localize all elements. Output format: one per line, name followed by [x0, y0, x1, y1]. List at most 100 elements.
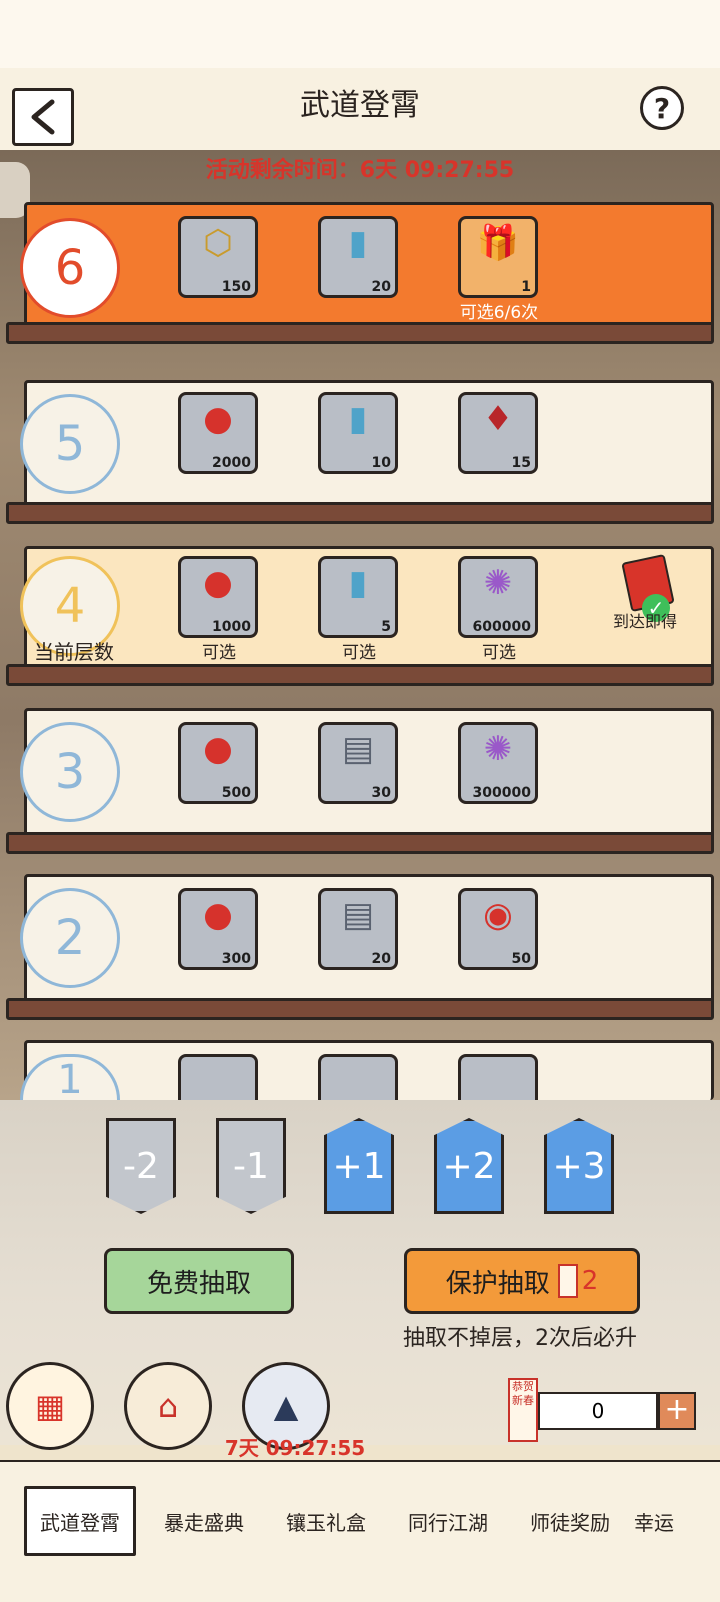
step-label: +1	[332, 1145, 386, 1187]
tab-label: 幸运	[634, 1510, 674, 1535]
scroll-icon: ▤	[341, 895, 375, 935]
item-quantity: 30	[371, 785, 391, 801]
choice-note: 可选	[202, 643, 236, 663]
step-plus-1[interactable]: +1	[324, 1118, 394, 1214]
add-ticket-button[interactable]: +	[658, 1392, 696, 1430]
floor-number: 3	[54, 744, 86, 800]
tab-tongxing[interactable]: 同行江湖	[388, 1486, 508, 1556]
floor-number: 6	[54, 240, 86, 296]
floor-badge: 5	[20, 394, 120, 494]
floor-number: 2	[54, 910, 86, 966]
shelf	[6, 322, 714, 344]
coin-icon: ●	[203, 729, 233, 769]
reward-item[interactable]	[318, 1054, 398, 1100]
talisman-icon: ▮	[348, 399, 368, 439]
shop-button[interactable]: ⌂	[124, 1362, 212, 1450]
item-quantity: 2000	[212, 455, 251, 471]
tab-label: 武道登霄	[40, 1510, 120, 1535]
tab-baozou[interactable]: 暴走盛典	[144, 1486, 264, 1556]
floor-badge: 6	[20, 218, 120, 318]
reward-item[interactable]: ● 300	[178, 888, 258, 970]
page-title: 武道登霄	[300, 88, 420, 123]
scroll-icon: ▤	[341, 729, 375, 769]
shelf	[6, 832, 714, 854]
item-quantity: 5	[381, 619, 391, 635]
calendar-icon: ▦	[34, 1387, 66, 1425]
reward-item[interactable]: ● 1000	[178, 556, 258, 638]
reward-item[interactable]: ▤ 20	[318, 888, 398, 970]
step-minus-1[interactable]: -1	[216, 1118, 286, 1214]
choice-note: 可选	[342, 643, 376, 663]
reward-item[interactable]: ▤ 30	[318, 722, 398, 804]
shop-icon: ⌂	[157, 1387, 179, 1425]
reward-item[interactable]: ✺ 300000	[458, 722, 538, 804]
coin-icon: ●	[203, 399, 233, 439]
tab-label: 镶玉礼盒	[286, 1510, 366, 1535]
plus-icon: +	[664, 1392, 690, 1427]
pouch-icon: ♦	[482, 399, 514, 439]
help-button[interactable]: ?	[640, 86, 684, 130]
protect-draw-button[interactable]: 保护抽取 2	[404, 1248, 640, 1314]
floor-number: 4	[54, 578, 86, 634]
reward-item[interactable]: ● 2000	[178, 392, 258, 474]
tab-xingyun[interactable]: 幸运	[634, 1486, 720, 1556]
reward-item[interactable]	[178, 1054, 258, 1100]
shelf	[6, 502, 714, 524]
shelf	[6, 664, 714, 686]
tab-label: 师徒奖励	[530, 1510, 610, 1535]
reward-item[interactable]: ▮ 5	[318, 556, 398, 638]
coin-icon: ●	[203, 895, 233, 935]
item-quantity: 1	[521, 279, 531, 295]
free-draw-button[interactable]: 免费抽取	[104, 1248, 294, 1314]
reward-item[interactable]: ▮ 10	[318, 392, 398, 474]
reward-item[interactable]	[458, 1054, 538, 1100]
choice-note: 可选	[482, 643, 516, 663]
item-quantity: 300	[221, 951, 251, 967]
protect-count: 2	[581, 1266, 599, 1296]
hat-icon: ▲	[273, 1387, 299, 1425]
tab-label: 同行江湖	[408, 1510, 488, 1535]
step-label: -2	[123, 1145, 159, 1187]
item-quantity: 15	[511, 455, 531, 471]
talisman-icon: ▮	[348, 563, 368, 603]
reward-item[interactable]: ♦ 15	[458, 392, 538, 474]
coin-icon: ●	[203, 563, 233, 603]
floor-badge: 2	[20, 888, 120, 988]
reward-item[interactable]: ✺ 600000	[458, 556, 538, 638]
orb-icon: ✺	[483, 563, 513, 603]
item-quantity: 150	[221, 279, 251, 295]
status-area	[0, 0, 720, 68]
token-icon: ⬡	[203, 223, 233, 263]
item-quantity: 1000	[212, 619, 251, 635]
reward-item[interactable]: ◉ 50	[458, 888, 538, 970]
orb-icon: ✺	[483, 729, 513, 769]
step-plus-2[interactable]: +2	[434, 1118, 504, 1214]
tab-wudao[interactable]: 武道登霄	[24, 1486, 136, 1556]
free-draw-label: 免费抽取	[146, 1268, 251, 1299]
calendar-button[interactable]: ▦	[6, 1362, 94, 1450]
step-label: +2	[442, 1145, 496, 1187]
protect-draw-label: 保护抽取	[445, 1268, 550, 1299]
reward-item[interactable]: ▮ 20	[318, 216, 398, 298]
shelf	[6, 998, 714, 1020]
tab-label: 暴走盛典	[164, 1510, 244, 1535]
reward-item[interactable]: ⬡ 150	[178, 216, 258, 298]
floor-number: 1	[57, 1057, 83, 1100]
reward-item[interactable]: 🎁 1	[458, 216, 538, 298]
item-quantity: 500	[221, 785, 251, 801]
question-icon: ?	[653, 91, 671, 125]
item-quantity: 10	[371, 455, 391, 471]
floor-number: 5	[54, 416, 86, 472]
pill-icon: ◉	[483, 895, 513, 935]
step-plus-3[interactable]: +3	[544, 1118, 614, 1214]
gift-icon: 🎁	[476, 223, 520, 263]
step-minus-2[interactable]: -2	[106, 1118, 176, 1214]
item-quantity: 300000	[472, 785, 531, 801]
tab-xiangyu[interactable]: 镶玉礼盒	[266, 1486, 386, 1556]
step-label: -1	[233, 1145, 269, 1187]
reward-item[interactable]: ● 500	[178, 722, 258, 804]
new-year-stamp: 恭贺新春	[508, 1378, 538, 1442]
ticket-counter: 0	[538, 1392, 658, 1430]
tab-shitu[interactable]: 师徒奖励	[510, 1486, 630, 1556]
item-quantity: 600000	[472, 619, 531, 635]
